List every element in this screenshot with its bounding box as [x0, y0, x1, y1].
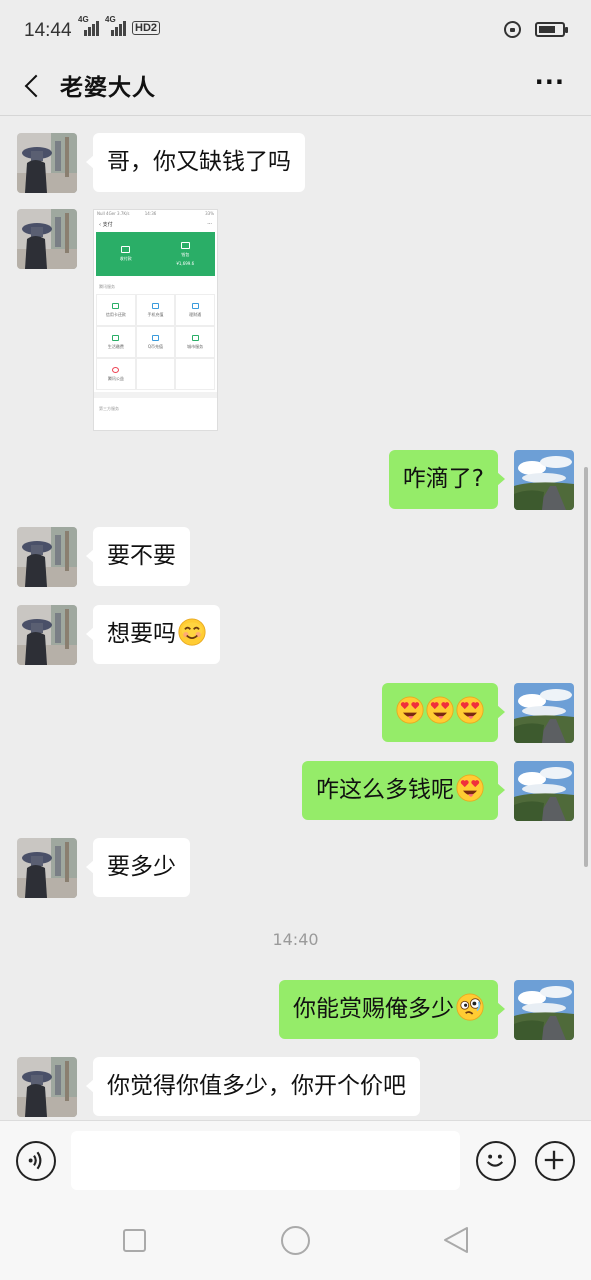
chat-scrollbar[interactable]: [584, 467, 588, 867]
screenshot-service-grid: 信用卡还款 手机充值 理财通 生活缴费 Q币充值 城市服务 腾讯公益: [96, 294, 215, 390]
signal-icon: 4G: [105, 15, 126, 36]
status-network: 4G 4G HD2: [78, 15, 161, 36]
chat-title: 老婆大人: [60, 75, 156, 101]
dizzy-face-emoji: [456, 993, 484, 1021]
lock-rotation-icon: [504, 21, 521, 38]
screenshot-status-bar: Null 4Ger 3.7K/s 14:36 33%: [97, 211, 214, 216]
home-icon[interactable]: [281, 1226, 310, 1255]
my-avatar[interactable]: [514, 450, 574, 510]
system-navigation-bar: [0, 1200, 591, 1280]
message-bubble-received[interactable]: 你觉得你值多少，你开个价吧: [86, 1057, 420, 1116]
contact-avatar[interactable]: [17, 527, 77, 587]
message-bubble-received[interactable]: 想要吗: [86, 605, 220, 664]
message-bubble-sent[interactable]: [382, 683, 505, 742]
message-text: 想要吗: [107, 621, 176, 647]
heart-eyes-emoji: [396, 696, 424, 724]
message-input[interactable]: [71, 1131, 460, 1190]
image-message-screenshot[interactable]: Null 4Ger 3.7K/s 14:36 33% ‹ 支付 ··· 收付款 钱…: [93, 209, 218, 431]
screenshot-green-panel: 收付款 钱包 ¥1,699.6: [96, 232, 215, 276]
plus-icon[interactable]: [535, 1141, 575, 1181]
chat-header: 老婆大人 ···: [0, 60, 591, 116]
hd-icon: HD2: [132, 21, 161, 35]
smile-emoji: [178, 618, 206, 646]
signal-icon: 4G: [78, 15, 99, 36]
chat-messages[interactable]: 哥，你又缺钱了吗 Null 4Ger 3.7K/s 14:36 33% ‹ 支付…: [0, 117, 591, 1120]
more-options-button[interactable]: ···: [535, 68, 565, 96]
message-bubble-sent[interactable]: 你能赏赐俺多少: [279, 980, 505, 1039]
contact-avatar[interactable]: [17, 605, 77, 665]
voice-icon[interactable]: [16, 1141, 56, 1181]
contact-avatar[interactable]: [17, 838, 77, 898]
my-avatar[interactable]: [514, 761, 574, 821]
recent-apps-icon[interactable]: [123, 1229, 146, 1252]
heart-eyes-emoji: [456, 696, 484, 724]
message-bubble-received[interactable]: 哥，你又缺钱了吗: [86, 133, 305, 192]
heart-eyes-emoji: [426, 696, 454, 724]
message-text: 你能赏赐俺多少: [293, 996, 454, 1022]
input-bar: [0, 1120, 591, 1200]
contact-avatar[interactable]: [17, 133, 77, 193]
message-bubble-sent[interactable]: 咋这么多钱呢: [302, 761, 505, 820]
battery-icon: [535, 22, 568, 37]
status-bar: 14:44 4G 4G HD2: [0, 0, 591, 60]
screenshot-nav: ‹ 支付 ···: [99, 221, 212, 228]
screenshot-section-title: 第三方服务: [99, 406, 119, 411]
contact-avatar[interactable]: [17, 1057, 77, 1117]
emoji-icon[interactable]: [476, 1141, 516, 1181]
my-avatar[interactable]: [514, 980, 574, 1040]
message-bubble-sent[interactable]: 咋滴了?: [388, 450, 506, 509]
back-icon[interactable]: [441, 1225, 471, 1255]
message-bubble-received[interactable]: 要不要: [86, 527, 190, 586]
message-bubble-received[interactable]: 要多少: [86, 838, 190, 897]
status-time: 14:44: [24, 20, 72, 41]
back-icon[interactable]: [18, 66, 48, 106]
my-avatar[interactable]: [514, 683, 574, 743]
screenshot-section-title: 腾讯服务: [99, 284, 115, 289]
heart-eyes-emoji: [456, 774, 484, 802]
contact-avatar[interactable]: [17, 209, 77, 269]
message-timestamp: 14:40: [272, 930, 319, 949]
message-text: 咋这么多钱呢: [316, 777, 454, 803]
